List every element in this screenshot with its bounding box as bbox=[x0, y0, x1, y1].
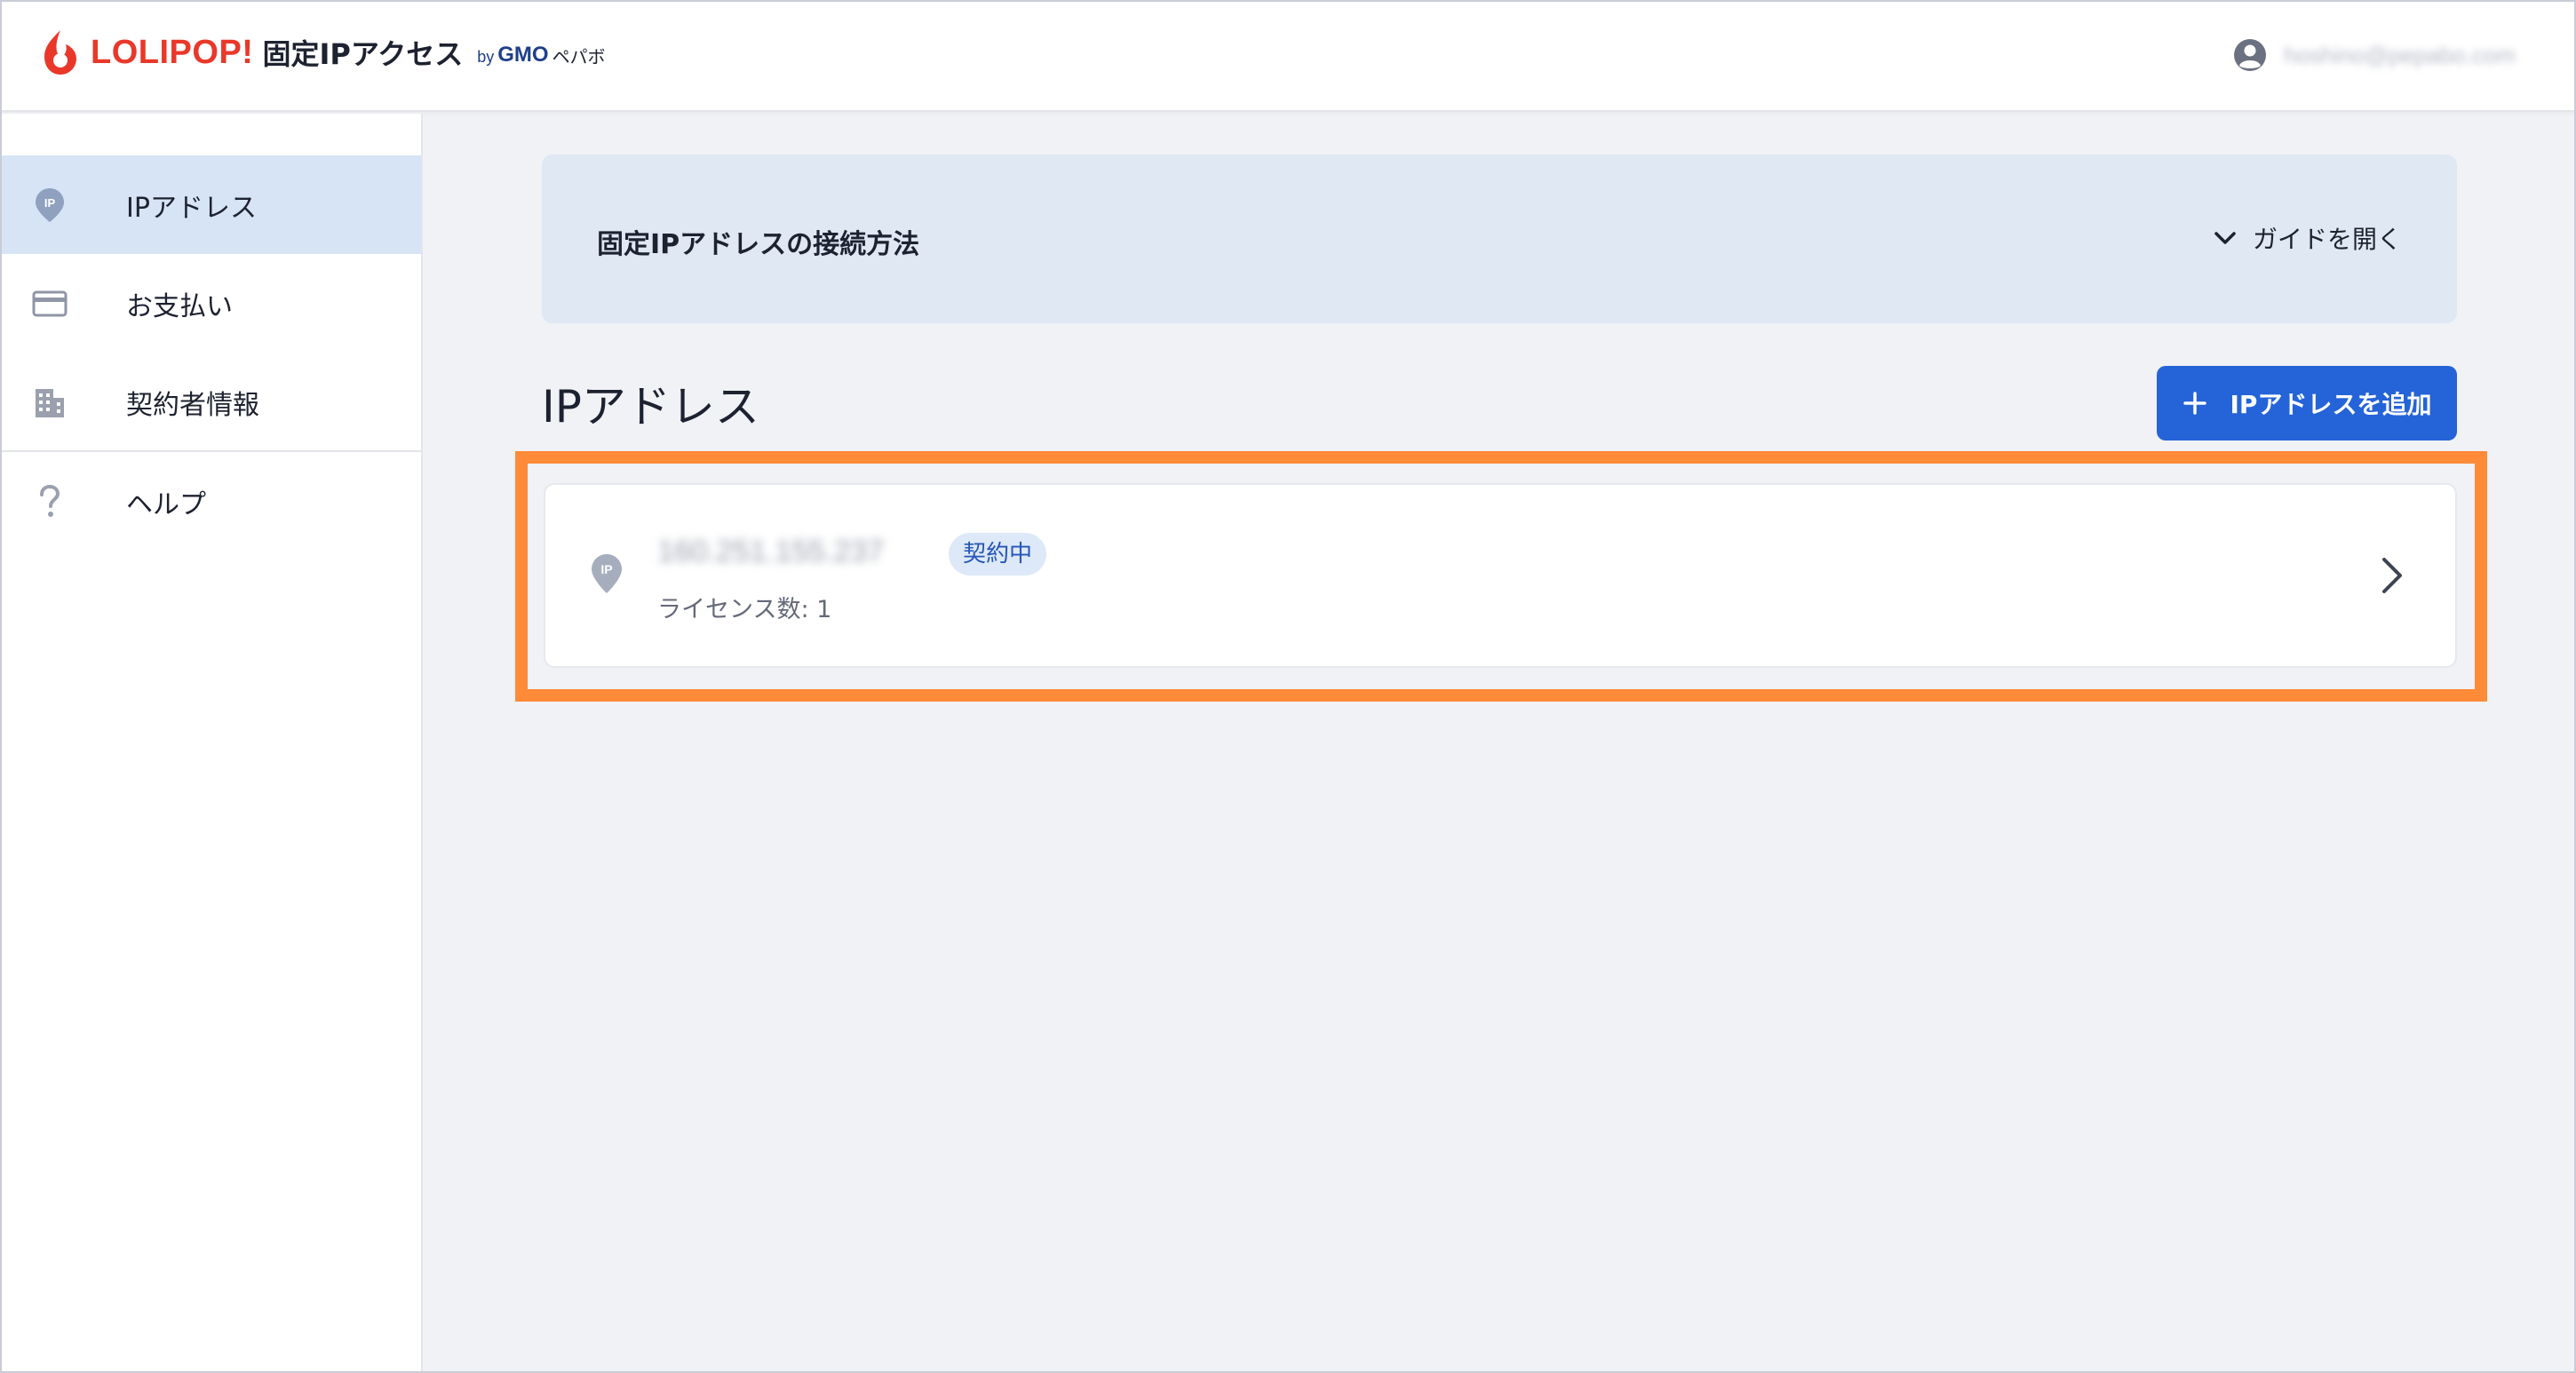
license-count: ライセンス数: 1 bbox=[657, 596, 832, 623]
app-header: LOLIPOP! 固定IPアクセス by GMO ペパボ hoshino@pep… bbox=[0, 0, 2576, 112]
add-ip-address-button[interactable]: IPアドレスを追加 bbox=[2157, 366, 2457, 440]
status-badge: 契約中 bbox=[949, 533, 1047, 575]
sidebar-item-label: お支払い bbox=[126, 290, 233, 322]
sidebar-item-payment[interactable]: お支払い bbox=[0, 254, 421, 353]
add-ip-address-label: IPアドレスを追加 bbox=[2230, 390, 2432, 419]
account-email: hoshino@pepabo.com bbox=[2284, 41, 2516, 68]
svg-text:IP: IP bbox=[44, 196, 56, 210]
svg-text:IP: IP bbox=[600, 562, 612, 576]
sidebar-item-label: ヘルプ bbox=[126, 488, 206, 520]
ip-pin-icon: IP bbox=[32, 187, 68, 223]
page-title: IPアドレス bbox=[542, 381, 759, 433]
sidebar-item-ip-address[interactable]: IP IPアドレス bbox=[0, 155, 421, 254]
open-guide-button[interactable]: ガイドを開く bbox=[2214, 220, 2402, 256]
guide-title: 固定IPアドレスの接続方法 bbox=[597, 229, 920, 260]
logo-text: LOLIPOP! bbox=[91, 33, 254, 71]
credit-card-icon bbox=[32, 286, 68, 321]
help-icon bbox=[32, 484, 68, 520]
connection-guide-panel: 固定IPアドレスの接続方法 ガイドを開く bbox=[542, 155, 2457, 323]
open-guide-label: ガイドを開く bbox=[2252, 225, 2402, 254]
ip-pin-icon: IP bbox=[592, 554, 622, 593]
user-avatar-icon bbox=[2234, 39, 2267, 71]
chevron-down-icon bbox=[2214, 232, 2236, 244]
building-icon bbox=[32, 385, 68, 420]
logo[interactable]: LOLIPOP! 固定IPアクセス by GMO ペパボ bbox=[39, 25, 606, 80]
sidebar-item-label: 契約者情報 bbox=[126, 389, 259, 421]
product-name: 固定IPアクセス bbox=[262, 37, 464, 71]
sidebar-item-label: IPアドレス bbox=[126, 192, 257, 224]
lolipop-logo-icon bbox=[44, 30, 76, 75]
sidebar: IP IPアドレス お支払い 契約者情報 ヘルプ bbox=[0, 114, 423, 1373]
ip-address-list-item[interactable]: IP 160.251.155.237 契約中 ライセンス数: 1 bbox=[544, 483, 2457, 668]
plus-icon bbox=[2182, 392, 2206, 415]
chevron-right-icon bbox=[2382, 558, 2402, 593]
logo-gmo: GMO bbox=[497, 43, 549, 67]
sidebar-item-contractor-info[interactable]: 契約者情報 bbox=[0, 353, 421, 451]
sidebar-item-help[interactable]: ヘルプ bbox=[0, 452, 421, 551]
account-menu[interactable]: hoshino@pepabo.com bbox=[2232, 37, 2516, 73]
logo-pepabo: ペパボ bbox=[552, 45, 606, 67]
ip-address-value: 160.251.155.237 bbox=[657, 535, 885, 568]
logo-by: by bbox=[477, 47, 495, 66]
